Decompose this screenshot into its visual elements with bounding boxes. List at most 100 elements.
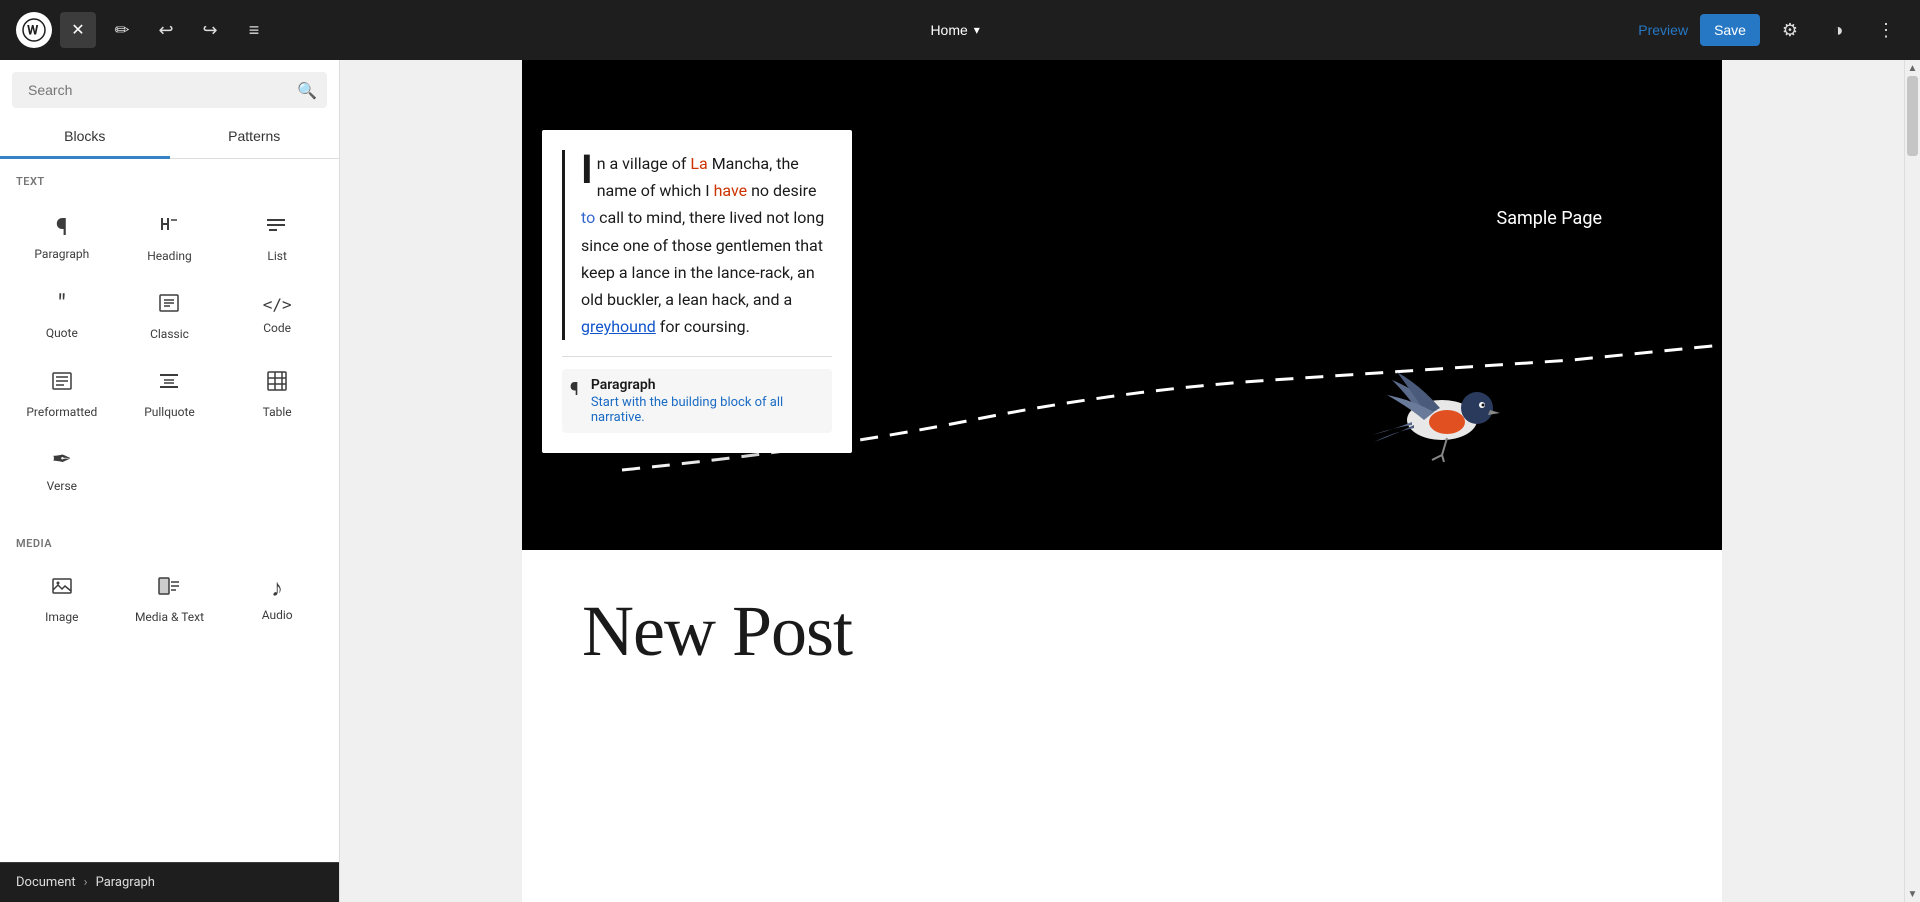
more-options-button[interactable]: ⋮ xyxy=(1868,12,1904,48)
image-label: Image xyxy=(45,610,78,624)
canvas-area[interactable]: Sample Page In a village of La Mancha, t… xyxy=(340,60,1904,902)
list-icon xyxy=(265,213,289,241)
image-icon xyxy=(50,574,74,602)
toolbar-right: Preview Save ⚙ ◑ ⋮ xyxy=(1638,12,1904,48)
breadcrumb-paragraph[interactable]: Paragraph xyxy=(96,875,155,890)
toolbar-center: Home ▾ xyxy=(930,22,979,38)
popup-body-text: In a village of La Mancha, the name of w… xyxy=(562,150,832,340)
edit-icon-button[interactable]: ✏ xyxy=(104,12,140,48)
breadcrumb-document[interactable]: Document xyxy=(16,875,76,890)
page-canvas: Sample Page In a village of La Mancha, t… xyxy=(522,60,1722,902)
sidebar-content: TEXT ¶ Paragraph Heading xyxy=(0,159,339,862)
quote-label: Quote xyxy=(46,326,78,340)
verse-label: Verse xyxy=(47,479,77,493)
popup-subtext: Start with the building block of all nar… xyxy=(591,395,824,425)
classic-label: Classic xyxy=(150,327,189,341)
heading-icon xyxy=(157,212,181,241)
block-item-code[interactable]: </> Code xyxy=(223,275,331,353)
popup-card: In a village of La Mancha, the name of w… xyxy=(542,130,852,453)
text-section-label: TEXT xyxy=(0,159,339,196)
quote-icon: " xyxy=(58,292,66,318)
block-item-verse[interactable]: ✒ Verse xyxy=(8,431,116,505)
popup-divider xyxy=(562,356,832,357)
table-label: Table xyxy=(263,405,292,419)
block-item-preformatted[interactable]: Preformatted xyxy=(8,353,116,431)
media-section-label: MEDIA xyxy=(0,521,339,558)
heading-label: Heading xyxy=(147,249,192,263)
more-icon: ⋮ xyxy=(1877,20,1895,41)
code-label: Code xyxy=(263,321,291,335)
edit-icon: ✏ xyxy=(114,20,129,41)
audio-label: Audio xyxy=(262,608,293,622)
tab-patterns[interactable]: Patterns xyxy=(170,116,340,159)
letter-I: I xyxy=(581,150,593,186)
block-tabs: Blocks Patterns xyxy=(0,116,339,159)
scroll-thumb[interactable] xyxy=(1907,76,1918,156)
preview-button[interactable]: Preview xyxy=(1638,22,1688,38)
sample-page-label: Sample Page xyxy=(1497,208,1602,229)
new-post-title[interactable]: New Post xyxy=(582,590,1662,673)
media-text-icon xyxy=(157,574,181,602)
page-title-label: Home xyxy=(930,22,967,38)
chevron-down-icon: ▾ xyxy=(974,23,980,37)
toolbar: W ✕ ✏ ↩ ↪ ≡ Home ▾ Preview Save ⚙ ◑ xyxy=(0,0,1920,60)
block-item-audio[interactable]: ♪ Audio xyxy=(223,558,331,636)
classic-icon xyxy=(157,291,181,319)
wordpress-logo[interactable]: W xyxy=(16,12,52,48)
menu-button[interactable]: ≡ xyxy=(236,12,272,48)
block-item-heading[interactable]: Heading xyxy=(116,196,224,275)
contrast-icon: ◑ xyxy=(1833,20,1844,41)
popup-heading: Paragraph xyxy=(591,377,824,393)
page-title-button[interactable]: Home ▾ xyxy=(930,22,979,38)
paragraph-label: Paragraph xyxy=(34,247,89,261)
pullquote-label: Pullquote xyxy=(144,405,195,419)
sidebar: 🔍 Blocks Patterns TEXT ¶ Paragraph xyxy=(0,60,340,902)
pullquote-icon xyxy=(157,369,181,397)
redo-button[interactable]: ↪ xyxy=(192,12,228,48)
breadcrumb-separator: › xyxy=(84,875,88,890)
scroll-down-arrow[interactable]: ▼ xyxy=(1905,886,1920,902)
undo-button[interactable]: ↩ xyxy=(148,12,184,48)
bird xyxy=(1362,350,1522,470)
search-bar: 🔍 xyxy=(12,72,327,108)
block-item-quote[interactable]: " Quote xyxy=(8,275,116,353)
list-label: List xyxy=(267,249,287,263)
block-item-classic[interactable]: Classic xyxy=(116,275,224,353)
block-item-media-text[interactable]: Media & Text xyxy=(116,558,224,636)
scroll-track xyxy=(1905,76,1920,886)
paragraph-suggestion-icon: ¶ xyxy=(570,379,579,400)
right-scrollbar: ▲ ▼ xyxy=(1904,60,1920,902)
settings-button[interactable]: ⚙ xyxy=(1772,12,1808,48)
block-item-image[interactable]: Image xyxy=(8,558,116,636)
toolbar-left: W ✕ ✏ ↩ ↪ ≡ xyxy=(16,12,272,48)
preformatted-icon xyxy=(50,369,74,397)
table-icon xyxy=(265,369,289,397)
search-input[interactable] xyxy=(22,72,297,108)
close-button[interactable]: ✕ xyxy=(60,12,96,48)
gear-icon: ⚙ xyxy=(1782,20,1798,41)
tab-blocks[interactable]: Blocks xyxy=(0,116,170,159)
svg-text:W: W xyxy=(27,24,39,39)
redo-icon: ↪ xyxy=(202,20,217,41)
hero-section[interactable]: Sample Page In a village of La Mancha, t… xyxy=(522,60,1722,550)
paragraph-icon: ¶ xyxy=(56,215,68,239)
blocks-grid: ¶ Paragraph Heading xyxy=(0,196,339,505)
audio-icon: ♪ xyxy=(271,576,283,600)
verse-icon: ✒ xyxy=(52,447,72,471)
close-icon: ✕ xyxy=(71,20,84,40)
undo-icon: ↩ xyxy=(158,20,173,41)
block-item-table[interactable]: Table xyxy=(223,353,331,431)
block-item-paragraph[interactable]: ¶ Paragraph xyxy=(8,196,116,275)
main-layout: 🔍 Blocks Patterns TEXT ¶ Paragraph xyxy=(0,60,1920,902)
save-button[interactable]: Save xyxy=(1700,14,1760,46)
media-text-label: Media & Text xyxy=(135,610,204,624)
search-icon: 🔍 xyxy=(297,81,317,100)
preformatted-label: Preformatted xyxy=(26,405,97,419)
block-item-list[interactable]: List xyxy=(223,196,331,275)
scroll-up-arrow[interactable]: ▲ xyxy=(1905,60,1920,76)
new-post-section[interactable]: New Post xyxy=(522,550,1722,713)
contrast-button[interactable]: ◑ xyxy=(1820,12,1856,48)
breadcrumb: Document › Paragraph xyxy=(0,862,339,902)
popup-suggestion: ¶ Paragraph Start with the building bloc… xyxy=(562,369,832,433)
block-item-pullquote[interactable]: Pullquote xyxy=(116,353,224,431)
